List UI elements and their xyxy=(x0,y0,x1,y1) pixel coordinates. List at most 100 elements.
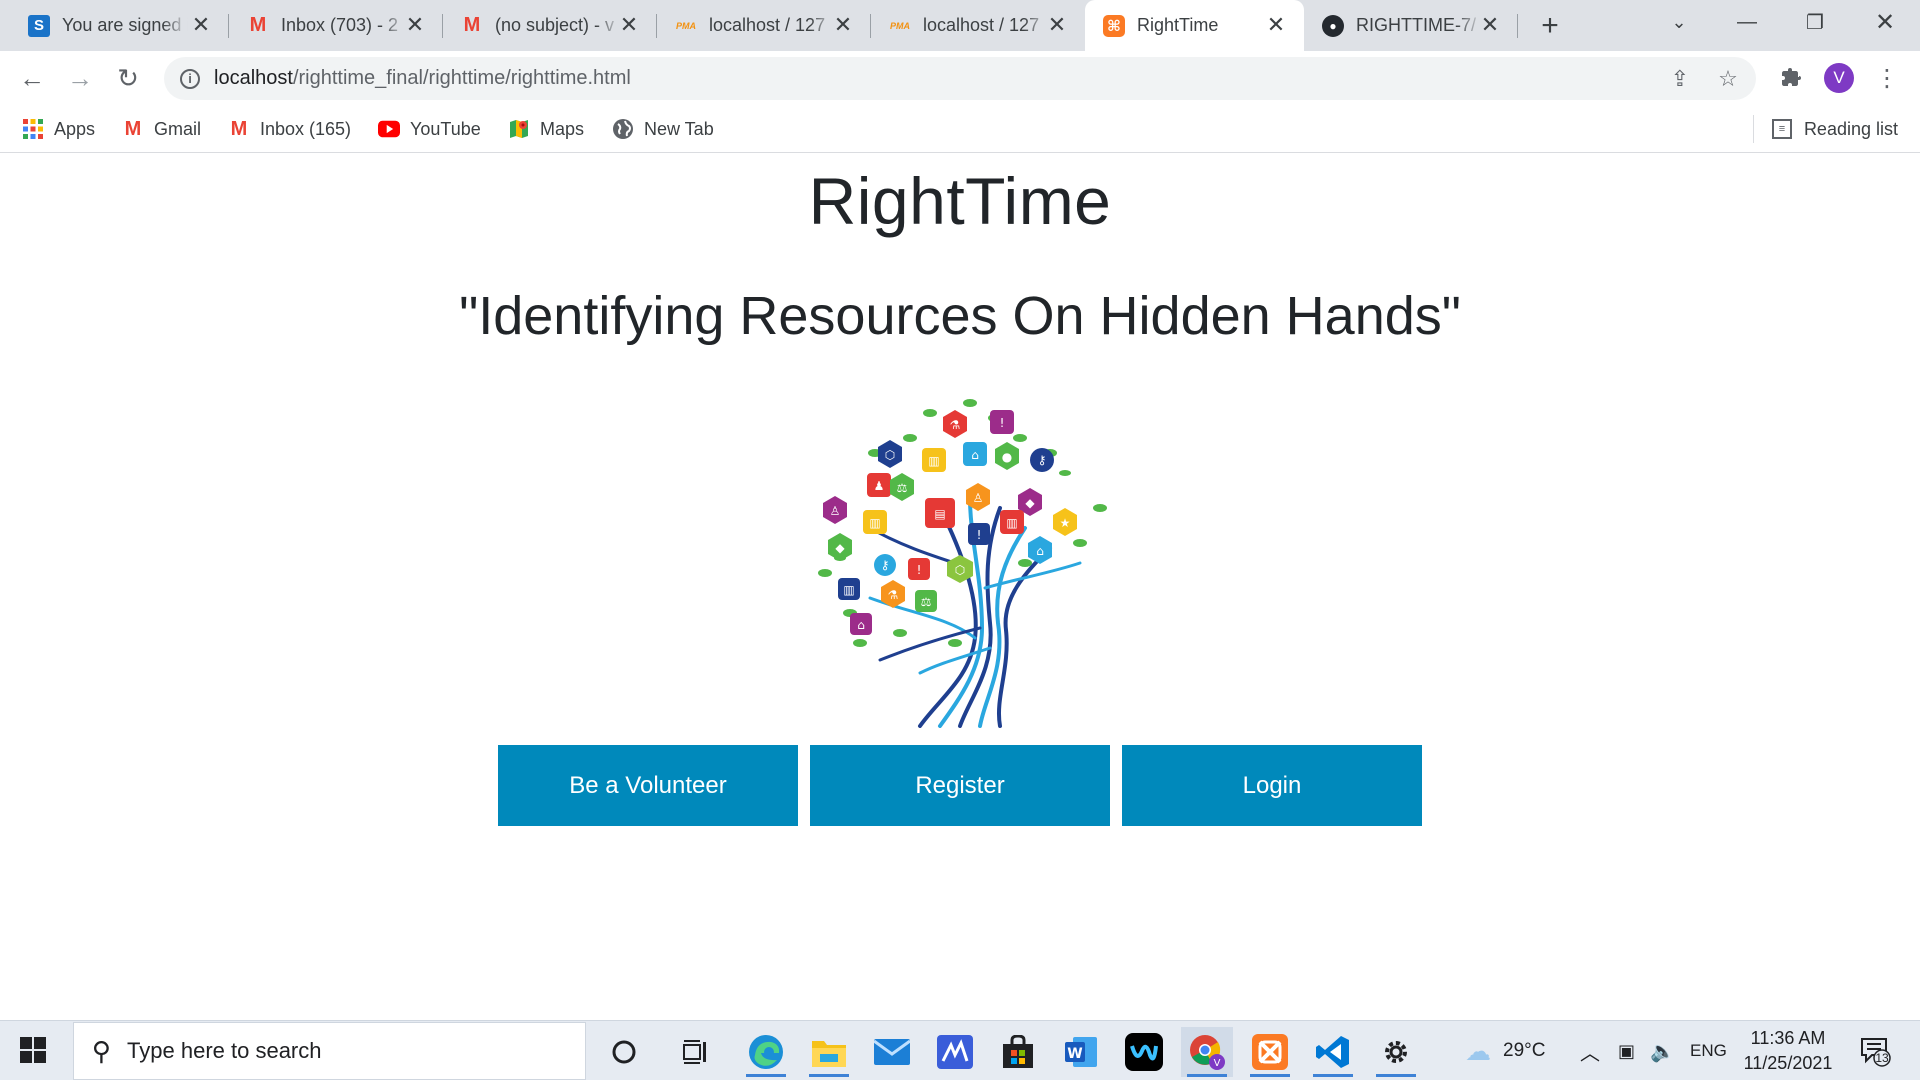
edge-icon[interactable] xyxy=(740,1027,792,1077)
apps-grid-icon xyxy=(22,118,44,140)
tab-title: localhost / 127 xyxy=(923,15,1040,35)
svg-text:W: W xyxy=(1067,1046,1082,1062)
close-tab-icon[interactable]: ✕ xyxy=(403,12,427,37)
forward-button[interactable]: → xyxy=(61,59,99,97)
svg-text:!: ! xyxy=(977,528,982,542)
close-tab-icon[interactable]: ✕ xyxy=(831,12,855,37)
chrome-icon[interactable]: V xyxy=(1181,1027,1233,1077)
tab-title: RightTime xyxy=(1137,15,1219,35)
extensions-puzzle-icon[interactable] xyxy=(1776,63,1806,93)
webex-icon[interactable] xyxy=(1118,1027,1170,1077)
svg-text:◆: ◆ xyxy=(1025,496,1035,510)
svg-text:♙: ♙ xyxy=(973,491,984,505)
bookmark-new-tab[interactable]: New Tab xyxy=(612,115,714,143)
bookmark-youtube[interactable]: YouTube xyxy=(378,115,481,143)
back-button[interactable]: ← xyxy=(13,59,51,97)
address-bar[interactable]: i localhost/righttime_final/righttime/ri… xyxy=(164,57,1756,100)
gmail-icon: M xyxy=(124,117,142,140)
xampp-icon[interactable] xyxy=(1244,1027,1296,1077)
tab-phpmyadmin-2[interactable]: PMA localhost / 127 ✕ xyxy=(871,0,1085,51)
file-explorer-icon[interactable] xyxy=(803,1027,855,1077)
weather-widget[interactable]: ☁ 29°C xyxy=(1465,1021,1545,1081)
profile-avatar[interactable]: V xyxy=(1824,63,1854,93)
reload-button[interactable]: ↻ xyxy=(109,59,147,97)
tray-overflow-chevron-icon[interactable]: ︿ xyxy=(1580,1021,1600,1081)
task-view-icon[interactable] xyxy=(670,1027,722,1077)
svg-text:★: ★ xyxy=(1060,516,1071,530)
meet-now-icon[interactable]: ▣ xyxy=(1618,1021,1635,1081)
microsoft-store-icon[interactable] xyxy=(992,1027,1044,1077)
menu-kebab-icon[interactable]: ⋮ xyxy=(1872,63,1902,93)
reading-list-icon: ≡ xyxy=(1771,119,1792,139)
url-text[interactable]: localhost/righttime_final/righttime/righ… xyxy=(214,67,631,90)
svg-text:⌂: ⌂ xyxy=(971,448,979,462)
page-tagline: "Identifying Resources On Hidden Hands" xyxy=(459,286,1461,346)
svg-text:⚗: ⚗ xyxy=(888,588,899,602)
whiteboard-app-icon[interactable] xyxy=(929,1027,981,1077)
speaker-volume-icon[interactable]: 🔈 xyxy=(1650,1021,1675,1081)
tab-signed-in[interactable]: S You are signed in ✕ xyxy=(10,0,229,51)
close-tab-icon[interactable]: ✕ xyxy=(1478,12,1502,37)
bookmark-maps[interactable]: Maps xyxy=(508,115,584,143)
settings-gear-icon[interactable] xyxy=(1370,1027,1422,1077)
bookmark-inbox[interactable]: M Inbox (165) xyxy=(228,115,351,143)
system-clock[interactable]: 11:36 AM 11/25/2021 xyxy=(1728,1026,1848,1076)
svg-text:⌂: ⌂ xyxy=(1036,544,1044,558)
clock-time: 11:36 AM xyxy=(1750,1028,1826,1048)
weather-cloud-icon: ☁ xyxy=(1465,1035,1491,1066)
svg-text:♙: ♙ xyxy=(830,504,841,518)
windows-start-icon[interactable] xyxy=(20,1037,46,1063)
tab-phpmyadmin-1[interactable]: PMA localhost / 127 ✕ xyxy=(657,0,871,51)
tab-github[interactable]: ● RIGHTTIME-7/ ✕ xyxy=(1304,0,1518,51)
close-tab-icon[interactable]: ✕ xyxy=(1264,12,1288,37)
close-tab-icon[interactable]: ✕ xyxy=(189,12,213,37)
input-language[interactable]: ENG xyxy=(1690,1021,1727,1081)
close-tab-icon[interactable]: ✕ xyxy=(1045,12,1069,37)
cortana-icon[interactable] xyxy=(598,1027,650,1077)
word-icon[interactable]: W xyxy=(1055,1027,1107,1077)
volunteer-button[interactable]: Be a Volunteer xyxy=(498,745,798,826)
svg-text:⚖: ⚖ xyxy=(897,481,908,495)
bookmark-label: Inbox (165) xyxy=(260,118,352,139)
tab-gmail-no-subject[interactable]: M (no subject) - v ✕ xyxy=(443,0,657,51)
bookmark-label: Apps xyxy=(54,118,96,139)
s-letter-icon: S xyxy=(28,14,50,37)
tab-separator xyxy=(1517,14,1518,38)
restore-button[interactable]: ❐ xyxy=(1782,0,1848,44)
phpmyadmin-icon: PMA xyxy=(890,20,910,31)
bookmark-star-icon[interactable]: ☆ xyxy=(1714,65,1742,93)
new-tab-button[interactable]: + xyxy=(1533,9,1567,43)
tab-title: You are signed in xyxy=(62,15,188,35)
page-title: RightTime xyxy=(808,164,1112,238)
bookmark-label: YouTube xyxy=(410,118,481,139)
vscode-icon[interactable] xyxy=(1307,1027,1359,1077)
share-icon[interactable]: ⇪ xyxy=(1666,65,1694,93)
svg-text:⚷: ⚷ xyxy=(1038,453,1047,467)
gmail-icon: M xyxy=(463,14,481,36)
search-icon: ⚲ xyxy=(92,1035,112,1066)
svg-text:▥: ▥ xyxy=(1006,516,1017,530)
close-tab-icon[interactable]: ✕ xyxy=(617,12,641,37)
mail-icon[interactable] xyxy=(866,1027,918,1077)
taskbar-search-input[interactable]: ⚲ Type here to search xyxy=(73,1022,586,1080)
tab-gmail-inbox[interactable]: M Inbox (703) - 2 ✕ xyxy=(229,0,443,51)
svg-text:!: ! xyxy=(1000,416,1005,430)
tab-search-icon[interactable]: ⌄ xyxy=(1646,0,1712,44)
reading-list-button[interactable]: ≡ Reading list xyxy=(1752,115,1898,143)
bookmarks-bar: Apps M Gmail M Inbox (165) YouTube Maps … xyxy=(0,105,1920,153)
weather-temperature: 29°C xyxy=(1503,1040,1546,1061)
tab-righttime[interactable]: ⌘ RightTime ✕ xyxy=(1085,0,1304,51)
register-button[interactable]: Register xyxy=(810,745,1110,826)
login-button[interactable]: Login xyxy=(1122,745,1422,826)
avatar: V xyxy=(1824,63,1854,93)
phpmyadmin-icon: PMA xyxy=(676,20,696,31)
page-content: RightTime "Identifying Resources On Hidd… xyxy=(0,153,1920,1020)
bookmark-gmail[interactable]: M Gmail xyxy=(122,115,201,143)
svg-text:♟: ♟ xyxy=(874,479,885,493)
minimize-button[interactable]: — xyxy=(1714,0,1780,44)
bookmark-apps[interactable]: Apps xyxy=(22,115,95,143)
close-window-button[interactable]: ✕ xyxy=(1852,0,1918,44)
site-info-icon[interactable]: i xyxy=(180,68,200,89)
notification-center-icon[interactable]: 13 xyxy=(1860,1035,1892,1067)
svg-text:⬡: ⬡ xyxy=(885,448,895,462)
